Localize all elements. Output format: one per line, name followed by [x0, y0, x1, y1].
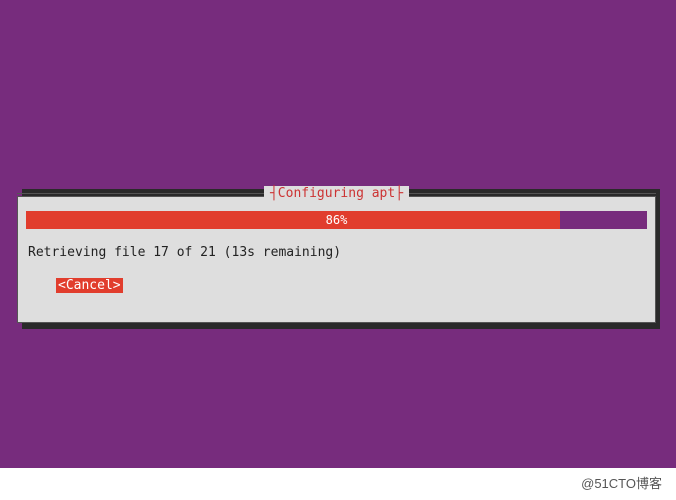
dialog-title: ┤ Configuring apt ├	[264, 186, 409, 201]
dialog-title-text: Configuring apt	[278, 186, 395, 201]
border-line-right	[409, 193, 656, 194]
cancel-button[interactable]: <Cancel>	[56, 278, 123, 293]
dialog-content: 86% Retrieving file 17 of 21 (13s remain…	[18, 197, 655, 303]
watermark-text: @51CTO博客	[581, 473, 662, 492]
progress-percent-label: 86%	[26, 211, 647, 229]
button-row: <Cancel>	[26, 278, 647, 293]
border-line-left	[17, 193, 264, 194]
dialog-title-bar: ┤ Configuring apt ├	[17, 186, 656, 201]
title-bracket: ┤	[270, 186, 278, 201]
title-bracket: ├	[395, 186, 403, 201]
status-text: Retrieving file 17 of 21 (13s remaining)	[26, 245, 647, 260]
progress-bar: 86%	[26, 211, 647, 229]
terminal-background: ┤ Configuring apt ├ 86% Retrieving file …	[0, 0, 676, 468]
dialog-box: 86% Retrieving file 17 of 21 (13s remain…	[17, 196, 656, 323]
